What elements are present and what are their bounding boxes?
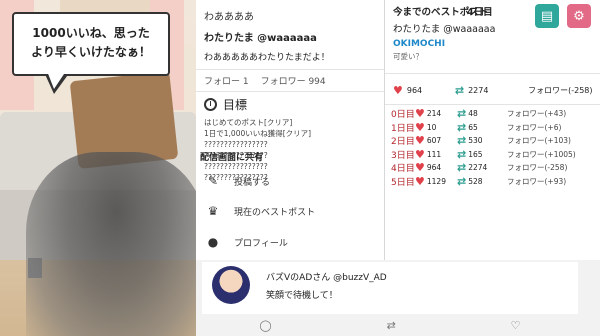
summary-likes: 964 <box>406 86 423 95</box>
menu-best-post-button[interactable]: ♛ 現在のベストポスト <box>196 196 384 226</box>
heart-icon: ♥ <box>415 174 425 188</box>
repost-icon: ⇄ <box>457 120 467 134</box>
row-reposts: 165 <box>468 149 483 159</box>
best-post-summary: ♥ 964 ⇄ 2274 フォロワー(-258) <box>393 84 596 97</box>
repost-icon: ⇄ <box>457 161 467 175</box>
bubble-line-1: 1000いいね、思った <box>32 26 150 40</box>
bubble-tail-inner <box>47 71 66 89</box>
summary-reposts: 2274 <box>468 86 489 95</box>
menu-profile-button[interactable]: ● プロフィール <box>196 227 384 257</box>
daily-stats-table: 0日目 ♥ 214 ⇄ 48 フォロワー(+43) 1日目 ♥ 10 ⇄ 65 フォロワ… <box>385 104 600 188</box>
repost-icon: ⇄ <box>457 174 467 188</box>
menu-profile-label: プロフィール <box>234 238 288 249</box>
row-likes: 964 <box>426 163 442 173</box>
profile-panel: わああああ わたりたま @waaaaaa わあああああわたりたまだよ！ フォロー… <box>196 0 384 260</box>
book-button[interactable]: ▤ <box>535 4 559 28</box>
post-card[interactable]: バズVのADさん @buzzV_AD 笑顔で待機して！ <box>202 262 578 314</box>
table-row: 1日目 ♥ 10 ⇄ 65 フォロワー(+6) <box>385 121 600 135</box>
row-followers: フォロワー(+103) <box>507 136 571 146</box>
speech-bubble: 1000いいね、思った より早くいけたなぁ！ <box>12 12 170 76</box>
summary-followers: フォロワー(-258) <box>528 86 593 95</box>
heart-icon: ♥ <box>415 147 425 161</box>
heart-icon: ♥ <box>415 120 425 134</box>
repost-icon: ⇄ <box>457 107 467 121</box>
menu-best-post-label: 現在のベストポスト <box>234 207 316 218</box>
table-row: 4日目 ♥ 964 ⇄ 2274 フォロワー(-258) <box>385 161 600 175</box>
menu-post-label: 投稿する <box>234 177 271 188</box>
goal-item: 1日で1,000いいね獲得[クリア] <box>204 129 312 138</box>
row-day: 4日目 <box>391 164 415 175</box>
table-row: 5日目 ♥ 1129 ⇄ 528 フォロワー(+93) <box>385 175 600 189</box>
person-icon: ● <box>207 235 219 249</box>
heart-icon: ♥ <box>415 134 425 148</box>
follow-counts: フォロー 1 フォロワー 994 <box>196 70 384 92</box>
post-author: バズVのADさん @buzzV_AD <box>266 273 387 283</box>
repost-icon[interactable]: ⇄ <box>387 319 396 332</box>
best-post-user: わたりたま @waaaaaa <box>393 24 496 35</box>
current-day: 4日目 <box>467 7 493 18</box>
repost-icon: ⇄ <box>457 147 467 161</box>
reply-icon[interactable]: ◯ <box>259 319 271 332</box>
profile-bio: わあああああわたりたまだよ！ <box>204 53 330 63</box>
settings-button[interactable]: ⚙ <box>567 4 591 28</box>
heart-icon: ♥ <box>415 107 425 121</box>
heart-icon: ♥ <box>393 84 403 97</box>
row-likes: 214 <box>426 109 442 119</box>
bubble-line-2: より早くいけたなぁ！ <box>31 45 151 59</box>
best-post-text: 可愛い？ <box>393 52 423 61</box>
profile-header: わああああ わたりたま @waaaaaa わあああああわたりたまだよ！ <box>196 0 384 70</box>
repost-icon: ⇄ <box>457 134 467 148</box>
best-post-header: 今までのベストポスト 4日目 わたりたま @waaaaaa OKIMOCHI 可… <box>385 0 600 74</box>
table-row: 3日目 ♥ 111 ⇄ 165 フォロワー(+1005) <box>385 148 600 162</box>
row-day: 1日目 <box>391 123 415 134</box>
row-followers: フォロワー(+43) <box>507 109 567 119</box>
row-reposts: 2274 <box>468 163 488 173</box>
post-actions: ◯ ⇄ ♡ <box>202 316 578 334</box>
pencil-icon: ✎ <box>207 174 219 188</box>
timeline-area: バズVのADさん @buzzV_AD 笑顔で待機して！ ◯ ⇄ ♡ <box>196 260 600 336</box>
row-likes: 1129 <box>426 176 446 186</box>
table-row: 2日目 ♥ 607 ⇄ 530 フォロワー(+103) <box>385 134 600 148</box>
menu-post-button[interactable]: ✎ 投稿する <box>196 166 384 196</box>
best-post-panel: 今までのベストポスト 4日目 わたりたま @waaaaaa OKIMOCHI 可… <box>384 0 600 260</box>
row-reposts: 65 <box>468 122 478 132</box>
row-day: 3日目 <box>391 150 415 161</box>
share-to-stream-title: 配信画面に共有 <box>200 153 264 163</box>
post-text: 笑顔で待機して！ <box>266 291 338 301</box>
row-likes: 111 <box>426 149 442 159</box>
row-day: 2日目 <box>391 137 415 148</box>
row-reposts: 530 <box>468 136 483 146</box>
table-row: 0日目 ♥ 214 ⇄ 48 フォロワー(+43) <box>385 107 600 121</box>
row-likes: 10 <box>426 122 437 132</box>
heart-icon: ♥ <box>415 161 425 175</box>
row-likes: 607 <box>426 136 442 146</box>
row-followers: フォロワー(+1005) <box>507 149 576 159</box>
goal-item: ???????????????? <box>204 140 268 149</box>
following-count[interactable]: フォロー 1 <box>204 74 249 87</box>
repost-icon: ⇄ <box>454 84 465 97</box>
like-icon[interactable]: ♡ <box>511 319 521 332</box>
gear-icon: ⚙ <box>573 8 585 24</box>
row-followers: フォロワー(+93) <box>507 176 567 186</box>
alarm-clock-icon <box>204 98 217 111</box>
goal-item: はじめてのポスト[クリア] <box>204 118 293 127</box>
row-reposts: 528 <box>468 176 483 186</box>
goals-header: 目標 <box>204 96 376 113</box>
book-icon: ▤ <box>540 8 554 24</box>
row-followers: フォロワー(+6) <box>507 122 562 132</box>
profile-username: わたりたま @waaaaaa <box>204 33 317 44</box>
crown-icon: ♛ <box>207 204 219 218</box>
followers-count[interactable]: フォロワー 994 <box>261 74 326 87</box>
best-post-mention: OKIMOCHI <box>393 39 446 49</box>
row-reposts: 48 <box>468 109 478 119</box>
character-silhouette <box>26 152 196 336</box>
row-day: 0日目 <box>391 110 415 121</box>
profile-display-name: わああああ <box>204 12 254 23</box>
row-day: 5日目 <box>391 177 415 188</box>
goals-title: 目標 <box>223 98 248 112</box>
avatar[interactable] <box>212 266 250 304</box>
row-followers: フォロワー(-258) <box>507 163 568 173</box>
